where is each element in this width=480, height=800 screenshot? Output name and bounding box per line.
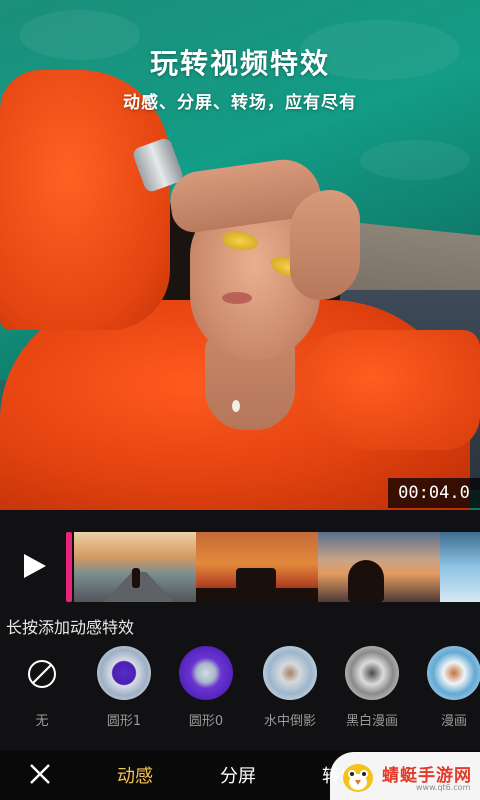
timeline (0, 510, 480, 610)
tab-dynamic[interactable]: 动感 (117, 762, 153, 788)
play-icon (24, 554, 46, 578)
bw-comic-thumb (345, 646, 399, 700)
effect-label: 黑白漫画 (345, 714, 398, 729)
filmstrip[interactable] (74, 532, 480, 602)
close-button[interactable] (28, 762, 52, 786)
effects-panel: 长按添加动感特效 无 圆形1 圆形0 水中倒影 黑白漫画 漫画 (0, 610, 480, 750)
effect-circle-1[interactable]: 圆形1 (82, 644, 166, 744)
filmstrip-frame (74, 532, 196, 602)
site-watermark: 蜻蜓手游网 www.qt6.com (330, 752, 480, 800)
frame-skater (132, 568, 140, 588)
play-button[interactable] (20, 552, 48, 580)
frame-car (236, 568, 276, 590)
timecode: 00:04.0 (388, 478, 480, 508)
effect-circle-0[interactable]: 圆形0 (164, 644, 248, 744)
comic-thumb (427, 646, 480, 700)
frame-ground (196, 588, 318, 602)
effect-label: 水中倒影 (263, 714, 316, 729)
effect-bw-comic[interactable]: 黑白漫画 (330, 644, 414, 744)
effects-hint: 长按添加动感特效 (6, 618, 135, 637)
orange-sleeve-right (300, 330, 480, 450)
effect-label: 无 (35, 714, 49, 729)
circle-0-thumb (179, 646, 233, 700)
effect-label: 圆形0 (188, 714, 224, 729)
water-reflection-thumb (263, 646, 317, 700)
water-ripple (360, 140, 470, 180)
playhead[interactable] (66, 532, 72, 602)
circle-1-thumb (97, 646, 151, 700)
promo-title: 玩转视频特效 (149, 47, 330, 80)
effect-list: 无 圆形1 圆形0 水中倒影 黑白漫画 漫画 (0, 644, 480, 744)
close-icon (30, 764, 50, 784)
effect-water-reflection[interactable]: 水中倒影 (248, 644, 332, 744)
effect-label: 圆形1 (106, 714, 142, 729)
filmstrip-frame (440, 532, 480, 602)
filmstrip-frame (196, 532, 318, 602)
effect-label: 漫画 (440, 714, 467, 729)
frame-couple (348, 560, 384, 602)
watermark-url: www.qt6.com (416, 783, 471, 792)
effect-comic[interactable]: 漫画 (412, 644, 480, 744)
effect-none[interactable]: 无 (0, 644, 84, 744)
lips (222, 292, 252, 304)
tab-split-screen[interactable]: 分屏 (220, 762, 256, 788)
dragonfly-logo-icon (343, 764, 373, 792)
promo-subtitle: 动感、分屏、转场，应有尽有 (123, 93, 357, 113)
filmstrip-frame (318, 532, 440, 602)
pendant (232, 400, 240, 412)
none-icon (28, 660, 56, 688)
video-preview[interactable]: 玩转视频特效 动感、分屏、转场，应有尽有 00:04.0 (0, 0, 480, 510)
hand-right (290, 190, 360, 300)
